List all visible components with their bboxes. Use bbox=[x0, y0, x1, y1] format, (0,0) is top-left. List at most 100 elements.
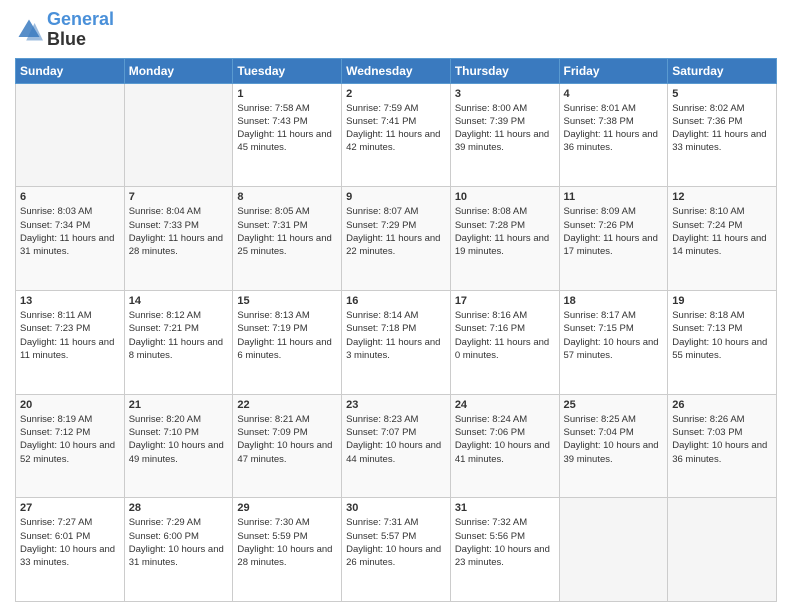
day-number: 4 bbox=[564, 88, 664, 100]
weekday-header-row: SundayMondayTuesdayWednesdayThursdayFrid… bbox=[16, 58, 777, 83]
day-number: 12 bbox=[672, 191, 772, 203]
day-cell bbox=[124, 83, 233, 187]
day-cell: 18 Sunrise: 8:17 AMSunset: 7:15 PMDayligh… bbox=[559, 290, 668, 394]
logo: General Blue bbox=[15, 10, 114, 50]
day-info: Sunrise: 7:32 AMSunset: 5:56 PMDaylight:… bbox=[455, 516, 555, 569]
day-number: 17 bbox=[455, 295, 555, 307]
day-info: Sunrise: 8:09 AMSunset: 7:26 PMDaylight:… bbox=[564, 205, 664, 258]
day-info: Sunrise: 8:08 AMSunset: 7:28 PMDaylight:… bbox=[455, 205, 555, 258]
day-number: 23 bbox=[346, 399, 446, 411]
day-cell: 9 Sunrise: 8:07 AMSunset: 7:29 PMDaylight… bbox=[342, 187, 451, 291]
day-number: 20 bbox=[20, 399, 120, 411]
page: General Blue SundayMondayTuesdayWednesda… bbox=[0, 0, 792, 612]
weekday-wednesday: Wednesday bbox=[342, 58, 451, 83]
day-cell: 21 Sunrise: 8:20 AMSunset: 7:10 PMDayligh… bbox=[124, 394, 233, 498]
day-number: 26 bbox=[672, 399, 772, 411]
week-row-1: 1 Sunrise: 7:58 AMSunset: 7:43 PMDaylight… bbox=[16, 83, 777, 187]
day-cell: 27 Sunrise: 7:27 AMSunset: 6:01 PMDayligh… bbox=[16, 498, 125, 602]
day-info: Sunrise: 7:29 AMSunset: 6:00 PMDaylight:… bbox=[129, 516, 229, 569]
day-number: 31 bbox=[455, 502, 555, 514]
day-cell: 6 Sunrise: 8:03 AMSunset: 7:34 PMDaylight… bbox=[16, 187, 125, 291]
day-number: 10 bbox=[455, 191, 555, 203]
day-number: 6 bbox=[20, 191, 120, 203]
day-info: Sunrise: 7:27 AMSunset: 6:01 PMDaylight:… bbox=[20, 516, 120, 569]
logo-icon bbox=[15, 16, 43, 44]
day-number: 19 bbox=[672, 295, 772, 307]
day-number: 1 bbox=[237, 88, 337, 100]
day-info: Sunrise: 8:14 AMSunset: 7:18 PMDaylight:… bbox=[346, 309, 446, 362]
day-number: 24 bbox=[455, 399, 555, 411]
day-cell: 28 Sunrise: 7:29 AMSunset: 6:00 PMDayligh… bbox=[124, 498, 233, 602]
day-info: Sunrise: 8:10 AMSunset: 7:24 PMDaylight:… bbox=[672, 205, 772, 258]
day-info: Sunrise: 8:12 AMSunset: 7:21 PMDaylight:… bbox=[129, 309, 229, 362]
calendar-table: SundayMondayTuesdayWednesdayThursdayFrid… bbox=[15, 58, 777, 602]
day-number: 27 bbox=[20, 502, 120, 514]
day-cell: 12 Sunrise: 8:10 AMSunset: 7:24 PMDayligh… bbox=[668, 187, 777, 291]
day-info: Sunrise: 8:21 AMSunset: 7:09 PMDaylight:… bbox=[237, 413, 337, 466]
day-number: 8 bbox=[237, 191, 337, 203]
day-number: 9 bbox=[346, 191, 446, 203]
day-info: Sunrise: 7:59 AMSunset: 7:41 PMDaylight:… bbox=[346, 102, 446, 155]
day-info: Sunrise: 8:17 AMSunset: 7:15 PMDaylight:… bbox=[564, 309, 664, 362]
day-cell: 30 Sunrise: 7:31 AMSunset: 5:57 PMDayligh… bbox=[342, 498, 451, 602]
week-row-4: 20 Sunrise: 8:19 AMSunset: 7:12 PMDayligh… bbox=[16, 394, 777, 498]
day-cell: 14 Sunrise: 8:12 AMSunset: 7:21 PMDayligh… bbox=[124, 290, 233, 394]
weekday-thursday: Thursday bbox=[450, 58, 559, 83]
day-cell: 24 Sunrise: 8:24 AMSunset: 7:06 PMDayligh… bbox=[450, 394, 559, 498]
day-info: Sunrise: 8:19 AMSunset: 7:12 PMDaylight:… bbox=[20, 413, 120, 466]
day-info: Sunrise: 8:20 AMSunset: 7:10 PMDaylight:… bbox=[129, 413, 229, 466]
day-info: Sunrise: 8:24 AMSunset: 7:06 PMDaylight:… bbox=[455, 413, 555, 466]
day-cell: 10 Sunrise: 8:08 AMSunset: 7:28 PMDayligh… bbox=[450, 187, 559, 291]
day-cell: 5 Sunrise: 8:02 AMSunset: 7:36 PMDaylight… bbox=[668, 83, 777, 187]
day-number: 2 bbox=[346, 88, 446, 100]
day-cell: 3 Sunrise: 8:00 AMSunset: 7:39 PMDaylight… bbox=[450, 83, 559, 187]
day-cell: 26 Sunrise: 8:26 AMSunset: 7:03 PMDayligh… bbox=[668, 394, 777, 498]
day-info: Sunrise: 8:16 AMSunset: 7:16 PMDaylight:… bbox=[455, 309, 555, 362]
weekday-monday: Monday bbox=[124, 58, 233, 83]
day-cell: 20 Sunrise: 8:19 AMSunset: 7:12 PMDayligh… bbox=[16, 394, 125, 498]
day-cell: 17 Sunrise: 8:16 AMSunset: 7:16 PMDayligh… bbox=[450, 290, 559, 394]
day-number: 3 bbox=[455, 88, 555, 100]
day-info: Sunrise: 8:02 AMSunset: 7:36 PMDaylight:… bbox=[672, 102, 772, 155]
day-info: Sunrise: 8:01 AMSunset: 7:38 PMDaylight:… bbox=[564, 102, 664, 155]
day-cell: 23Sunrise: 8:23 AMSunset: 7:07 PMDayligh… bbox=[342, 394, 451, 498]
day-cell: 8Sunrise: 8:05 AMSunset: 7:31 PMDaylight… bbox=[233, 187, 342, 291]
day-info: Sunrise: 7:30 AMSunset: 5:59 PMDaylight:… bbox=[237, 516, 337, 569]
day-number: 28 bbox=[129, 502, 229, 514]
day-cell: 25 Sunrise: 8:25 AMSunset: 7:04 PMDayligh… bbox=[559, 394, 668, 498]
day-cell: 15Sunrise: 8:13 AMSunset: 7:19 PMDayligh… bbox=[233, 290, 342, 394]
day-info: Sunrise: 8:00 AMSunset: 7:39 PMDaylight:… bbox=[455, 102, 555, 155]
header: General Blue bbox=[15, 10, 777, 50]
day-cell: 31 Sunrise: 7:32 AMSunset: 5:56 PMDayligh… bbox=[450, 498, 559, 602]
day-number: 11 bbox=[564, 191, 664, 203]
day-cell: 16Sunrise: 8:14 AMSunset: 7:18 PMDayligh… bbox=[342, 290, 451, 394]
day-cell: 2 Sunrise: 7:59 AMSunset: 7:41 PMDaylight… bbox=[342, 83, 451, 187]
day-number: 30 bbox=[346, 502, 446, 514]
day-number: 5 bbox=[672, 88, 772, 100]
day-cell bbox=[668, 498, 777, 602]
day-info: Sunrise: 7:58 AMSunset: 7:43 PMDaylight:… bbox=[237, 102, 337, 155]
day-number: 7 bbox=[129, 191, 229, 203]
weekday-tuesday: Tuesday bbox=[233, 58, 342, 83]
day-info: Sunrise: 8:11 AMSunset: 7:23 PMDaylight:… bbox=[20, 309, 120, 362]
day-info: Sunrise: 8:03 AMSunset: 7:34 PMDaylight:… bbox=[20, 205, 120, 258]
day-info: Sunrise: 8:26 AMSunset: 7:03 PMDaylight:… bbox=[672, 413, 772, 466]
day-number: 14 bbox=[129, 295, 229, 307]
day-number: 21 bbox=[129, 399, 229, 411]
day-number: 22 bbox=[237, 399, 337, 411]
day-cell: 22 Sunrise: 8:21 AMSunset: 7:09 PMDayligh… bbox=[233, 394, 342, 498]
weekday-sunday: Sunday bbox=[16, 58, 125, 83]
weekday-saturday: Saturday bbox=[668, 58, 777, 83]
day-number: 25 bbox=[564, 399, 664, 411]
day-info: Sunrise: 8:25 AMSunset: 7:04 PMDaylight:… bbox=[564, 413, 664, 466]
week-row-2: 6 Sunrise: 8:03 AMSunset: 7:34 PMDaylight… bbox=[16, 187, 777, 291]
day-info: Sunrise: 8:18 AMSunset: 7:13 PMDaylight:… bbox=[672, 309, 772, 362]
day-cell bbox=[16, 83, 125, 187]
day-info: Sunrise: 8:07 AMSunset: 7:29 PMDaylight:… bbox=[346, 205, 446, 258]
day-info: Sunrise: 7:31 AMSunset: 5:57 PMDaylight:… bbox=[346, 516, 446, 569]
day-cell bbox=[559, 498, 668, 602]
day-info: Sunrise: 8:13 AMSunset: 7:19 PMDaylight:… bbox=[237, 309, 337, 362]
day-number: 29 bbox=[237, 502, 337, 514]
day-number: 18 bbox=[564, 295, 664, 307]
week-row-3: 13Sunrise: 8:11 AMSunset: 7:23 PMDayligh… bbox=[16, 290, 777, 394]
